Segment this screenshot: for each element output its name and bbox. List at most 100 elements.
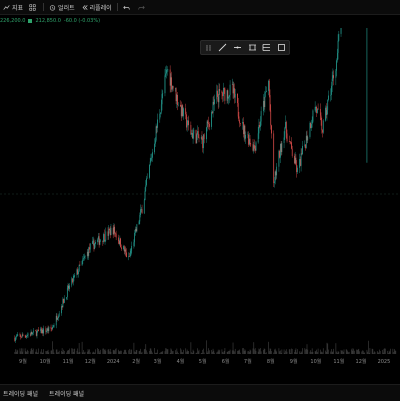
volume-bar: [228, 350, 230, 354]
candle-body: [99, 240, 101, 245]
candle-body: [280, 143, 281, 158]
replay-button[interactable]: 리플레이: [78, 0, 115, 14]
volume-bar: [224, 348, 226, 354]
candle-body: [331, 78, 333, 86]
trading-panel-tab-2[interactable]: 트레이딩 패널: [46, 389, 92, 398]
drag-handle-icon[interactable]: [204, 43, 213, 52]
rectangle-icon[interactable]: [277, 43, 286, 52]
volume-bar: [37, 352, 39, 354]
volume-bar: [253, 342, 255, 354]
trading-panel-tab[interactable]: 트레이딩 패널: [0, 389, 46, 398]
volume-bar: [41, 352, 43, 354]
volume-bar: [140, 352, 142, 354]
volume-bar: [374, 352, 376, 354]
candle-body: [259, 125, 261, 127]
candle-body: [264, 92, 266, 108]
volume-bar: [133, 342, 135, 354]
volume-bar: [140, 348, 141, 354]
candle-body: [143, 200, 145, 214]
candle-body: [115, 233, 116, 234]
volume-bar: [297, 349, 298, 354]
fib-icon[interactable]: [262, 43, 271, 52]
candle-body: [129, 252, 131, 257]
candle-body: [27, 334, 29, 336]
candle-body: [316, 106, 317, 113]
volume-bar: [103, 348, 104, 354]
candle-body: [243, 122, 244, 135]
candle-body: [248, 138, 250, 145]
volume-bar: [320, 352, 322, 354]
candle-body: [52, 326, 54, 328]
volume-bar: [356, 349, 357, 354]
candle-body: [145, 185, 147, 192]
candle-body: [134, 232, 135, 243]
volume-bar: [27, 349, 28, 354]
volume-bar: [263, 350, 264, 354]
horizontal-line-icon[interactable]: [233, 43, 242, 52]
candle-body: [120, 238, 121, 248]
candle-body: [233, 88, 235, 94]
candle-body: [56, 315, 58, 320]
volume-bar: [82, 352, 84, 354]
candle-body: [232, 84, 234, 94]
candle-body: [20, 335, 22, 338]
volume-bar: [58, 352, 59, 354]
volume-bar: [29, 351, 31, 354]
candle-body: [192, 133, 194, 139]
candle-body: [15, 337, 16, 341]
candle-body: [172, 85, 173, 90]
layout-grid-button[interactable]: [26, 0, 41, 14]
candle-body: [32, 330, 34, 333]
candle-body: [224, 88, 226, 101]
volume-bar: [317, 348, 319, 354]
volume-bar: [285, 350, 286, 354]
volume-bar: [15, 349, 16, 354]
candle-body: [325, 107, 326, 121]
candle-body: [190, 125, 192, 135]
volume-bar: [98, 348, 99, 354]
candle-body: [191, 132, 192, 135]
volume-bar: [192, 349, 194, 354]
volume-bar: [128, 350, 130, 354]
volume-bar: [152, 352, 153, 354]
candle-body: [331, 85, 332, 95]
trendline-icon[interactable]: [218, 43, 227, 52]
candle-body: [340, 28, 342, 34]
candle-body: [14, 337, 16, 341]
redo-button[interactable]: [135, 0, 150, 14]
volume-bar: [78, 352, 79, 354]
price-chart[interactable]: 9월 10월 11월 12월 2024 2월 3월 4월 5월 6월 7월 8월 9월 10월 11월 12월…: [0, 28, 400, 384]
volume-bar: [73, 348, 75, 354]
candle-body: [89, 247, 90, 250]
candle-body: [312, 110, 314, 122]
candle-body: [146, 178, 147, 186]
volume-bar: [209, 350, 210, 354]
candle-body: [231, 84, 233, 85]
candle-body: [299, 159, 301, 166]
undo-button[interactable]: [120, 0, 135, 14]
volume-bar: [47, 349, 49, 354]
volume-bar: [201, 352, 203, 354]
volume-bar: [87, 349, 89, 354]
volume-bar: [283, 349, 285, 354]
candle-body: [213, 101, 215, 105]
candle-body: [169, 69, 171, 86]
volume-bar: [191, 352, 193, 354]
candle-body: [161, 94, 163, 105]
candle-body: [260, 121, 261, 127]
candle-body: [58, 313, 60, 317]
volume-bar: [273, 352, 275, 354]
candle-body: [217, 90, 218, 97]
candle-body: [87, 251, 89, 256]
alert-button[interactable]: 얼러트: [46, 0, 78, 14]
volume-bar: [346, 349, 348, 354]
volume-bar: [257, 351, 259, 354]
volume-bar: [223, 352, 224, 354]
candle-body: [46, 328, 48, 331]
indicators-button[interactable]: 지표: [0, 0, 26, 14]
volume-bar: [366, 349, 368, 354]
x-tick-label: 12월: [85, 358, 96, 365]
candle-body: [336, 60, 337, 71]
parallel-channel-icon[interactable]: [248, 43, 257, 52]
candle-body: [119, 238, 121, 245]
